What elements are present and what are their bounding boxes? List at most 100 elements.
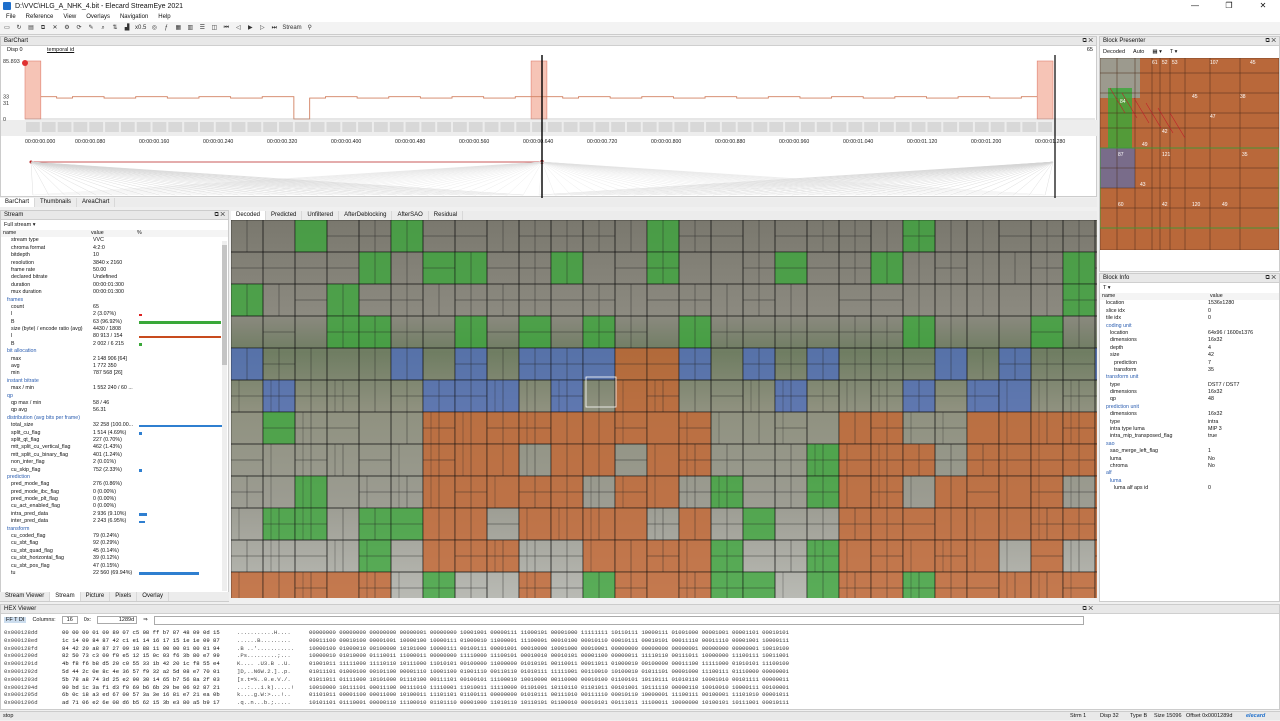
tab-picture[interactable]: Picture (81, 592, 111, 601)
play-icon[interactable]: ▶ (246, 24, 254, 33)
b-frame-bar[interactable] (88, 97, 104, 119)
search-field[interactable] (153, 615, 1084, 625)
pane-close-icon[interactable]: ⧉ ✕ (1265, 274, 1276, 283)
stream-row[interactable]: pred_mode_plt_flag 0 (0.00%) (5, 496, 228, 503)
stream-row[interactable]: intra_pred_data 2 936 (9.10%) (5, 511, 228, 518)
stream-row[interactable]: transform (5, 526, 228, 533)
i-frame-bar[interactable] (530, 60, 548, 120)
stream-row[interactable]: B 2 002 / 6 215 (5, 341, 228, 348)
b-frame-bar[interactable] (610, 98, 626, 119)
b-frame-bar[interactable] (231, 98, 247, 119)
b-frame-bar[interactable] (199, 97, 215, 119)
block-info-row[interactable]: depth 4 (1100, 345, 1279, 352)
hex-line[interactable]: 0x0001290d 82 50 73 c3 00 f0 e5 12 15 0c … (4, 652, 1279, 660)
block-info-row[interactable]: slice idx 0 (1100, 308, 1279, 315)
stream-row[interactable]: pred_mode_flag 276 (0.86%) (5, 481, 228, 488)
stream-row[interactable]: distribution (avg bits per frame) (5, 415, 228, 422)
b-frame-bar[interactable] (499, 98, 515, 119)
stream-row[interactable]: cu_skip_flag 752 (2.33%) (5, 467, 228, 474)
mode-icon[interactable]: ⇅ (111, 24, 119, 33)
block-info-row[interactable]: dimensions 16x32 (1100, 411, 1279, 418)
tab-overlay[interactable]: Overlay (137, 592, 169, 601)
stream-row[interactable]: max 2 148 906 [64] (5, 356, 228, 363)
stream-row[interactable]: duration 00:00:01:300 (5, 282, 228, 289)
b-frame-bar[interactable] (673, 98, 689, 119)
i-frame-bar[interactable] (1036, 60, 1054, 120)
block-info-row[interactable]: tile idx 0 (1100, 315, 1279, 322)
tab-thumbnails[interactable]: Thumbnails (35, 198, 78, 207)
block-info-row[interactable]: qp 48 (1100, 396, 1279, 403)
b-frame-bar[interactable] (563, 98, 579, 119)
start-marker[interactable] (22, 60, 28, 66)
hex-line[interactable]: 0x0001291d 4b f8 f6 b8 d5 20 c0 55 33 1b … (4, 660, 1279, 668)
hex-line[interactable]: 0x000128ed 1c 14 09 84 87 42 c1 e1 14 16 … (4, 637, 1279, 645)
close-button[interactable]: ✕ (1246, 0, 1280, 12)
pane-close-icon[interactable]: ⧉ ✕ (1265, 37, 1276, 46)
b-frame-bar[interactable] (1006, 98, 1022, 119)
overlay-icon[interactable]: ◫ (210, 24, 218, 33)
block-info-row[interactable]: size 42 (1100, 352, 1279, 359)
first-frame-icon[interactable]: ⏮ (222, 24, 230, 33)
hex-line[interactable]: 0x0001293d 5b 78 a8 74 3d 25 e2 90 30 14 … (4, 676, 1279, 684)
block-info-row[interactable]: coding unit (1100, 323, 1279, 330)
block-info-row[interactable]: dimensions 16x32 (1100, 389, 1279, 396)
view-icon[interactable]: ◎ (150, 24, 158, 33)
stream-row[interactable]: pred_mode_ibc_flag 0 (0.00%) (5, 489, 228, 496)
close-file-icon[interactable]: ✕ (51, 24, 59, 33)
stream-row[interactable]: min 787 568 [26] (5, 370, 228, 377)
b-frame-bar[interactable] (278, 97, 294, 119)
b-frame-bar[interactable] (737, 98, 753, 119)
tab-areachart[interactable]: AreaChart (77, 198, 116, 207)
zoom-select[interactable]: x0.5 (135, 24, 146, 33)
stream-row[interactable]: cu_sbt_pos_flag 47 (0.15%) (5, 563, 228, 570)
stream-row[interactable]: frame rate 50.00 (5, 267, 228, 274)
b-frame-bar[interactable] (895, 97, 911, 119)
b-frame-bar[interactable] (863, 98, 879, 119)
last-frame-icon[interactable]: ⏭ (270, 24, 278, 33)
stream-row[interactable]: qp max / min 58 / 46 (5, 400, 228, 407)
hex-line[interactable]: 0x0001295d 6b 0c 18 a3 ed 67 00 57 3a 3e … (4, 691, 1279, 699)
next-frame-icon[interactable]: ▷ (258, 24, 266, 33)
stream-row[interactable]: frames (5, 297, 228, 304)
b-frame-bar[interactable] (167, 98, 183, 119)
b-frame-bar[interactable] (420, 98, 436, 119)
presenter-scale-select[interactable]: Auto (1133, 46, 1144, 58)
b-frame-bar[interactable] (183, 98, 199, 119)
b-frame-bar[interactable] (974, 97, 990, 119)
stream-row[interactable]: I 2 (3.07%) (5, 311, 228, 318)
b-frame-bar[interactable] (41, 97, 57, 119)
stream-row[interactable]: mtt_split_cu_vertical_flag 462 (1.43%) (5, 444, 228, 451)
hex-dump[interactable]: 0x000128dd 00 00 00 01 00 89 07 c5 08 ff … (1, 626, 1279, 707)
stream-row[interactable]: cu_coded_flag 79 (0.24%) (5, 533, 228, 540)
stream-filter-select[interactable]: Full stream (4, 222, 31, 228)
block-info-row[interactable]: sao_merge_left_flag 1 (1100, 448, 1279, 455)
stream-row[interactable]: avg 1 772 350 (5, 363, 228, 370)
layout-icon[interactable]: ▥ (186, 24, 194, 33)
columns-select[interactable]: 16 (61, 616, 78, 624)
b-frame-bar[interactable] (152, 97, 168, 119)
b-frame-bar[interactable] (626, 98, 642, 119)
b-frame-bar[interactable] (816, 98, 832, 119)
block-info-row[interactable]: location 1536x1280 (1100, 300, 1279, 307)
block-info-row[interactable]: prediction unit (1100, 404, 1279, 411)
stream-row[interactable]: tu 22 560 (69.94%) (5, 570, 228, 577)
stream-row[interactable]: resolution 3840 x 2160 (5, 260, 228, 267)
stream-row[interactable]: I 80 913 / 154 (5, 333, 228, 340)
stream-row[interactable]: cu_sbt_horizontal_flag 39 (0.12%) (5, 555, 228, 562)
stream-row[interactable]: qp avg 56.31 (5, 407, 228, 414)
chart-icon[interactable]: ▟ (123, 24, 131, 33)
stream-row[interactable]: count 65 (5, 304, 228, 311)
text-format-icon[interactable]: T ▾ (1100, 283, 1279, 293)
tab-unfiltered[interactable]: Unfiltered (302, 211, 340, 220)
b-frame-bar[interactable] (705, 97, 721, 119)
tab-stream-viewer[interactable]: Stream Viewer (0, 592, 51, 601)
stream-row[interactable]: chroma format 4:2:0 (5, 245, 228, 252)
tab-residual[interactable]: Residual (429, 211, 464, 220)
chevron-down-icon[interactable]: ▾ (33, 222, 36, 228)
b-frame-bar[interactable] (452, 97, 468, 119)
tab-predicted[interactable]: Predicted (266, 211, 303, 220)
goto-icon[interactable]: ⇒ (143, 617, 148, 623)
tab-stream[interactable]: Stream (50, 592, 81, 601)
menu-overlays[interactable]: Overlays (86, 12, 110, 22)
block-info-row[interactable]: type DST7 / DST7 (1100, 382, 1279, 389)
